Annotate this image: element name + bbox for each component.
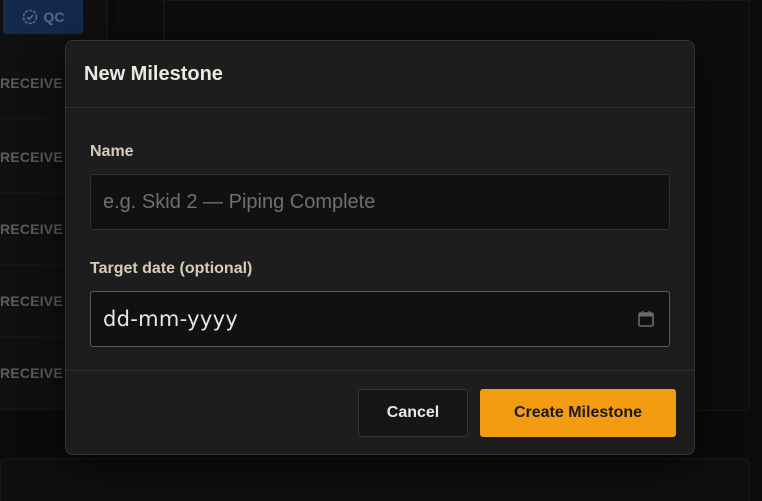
target-date-input[interactable]: dd-mm-yyyy bbox=[90, 291, 670, 347]
dialog-body: Name Target date (optional) dd-mm-yyyy bbox=[66, 108, 694, 371]
name-label: Name bbox=[90, 143, 134, 160]
create-milestone-button[interactable]: Create Milestone bbox=[480, 389, 676, 437]
new-milestone-dialog: New Milestone Name Target date (optional… bbox=[65, 40, 695, 455]
page: QC RECEIVE RECEIVE RECEIVE RECEIVE RECEI… bbox=[0, 0, 762, 501]
cancel-button[interactable]: Cancel bbox=[358, 389, 468, 437]
date-value: dd-mm-yyyy bbox=[103, 307, 239, 331]
calendar-icon[interactable] bbox=[637, 310, 655, 328]
dialog-title: New Milestone bbox=[84, 62, 223, 85]
dialog-header: New Milestone bbox=[66, 41, 694, 108]
dialog-footer: Cancel Create Milestone bbox=[66, 371, 694, 437]
date-field: Target date (optional) dd-mm-yyyy bbox=[90, 260, 670, 347]
target-date-label: Target date (optional) bbox=[90, 260, 253, 277]
name-input[interactable] bbox=[90, 174, 670, 230]
